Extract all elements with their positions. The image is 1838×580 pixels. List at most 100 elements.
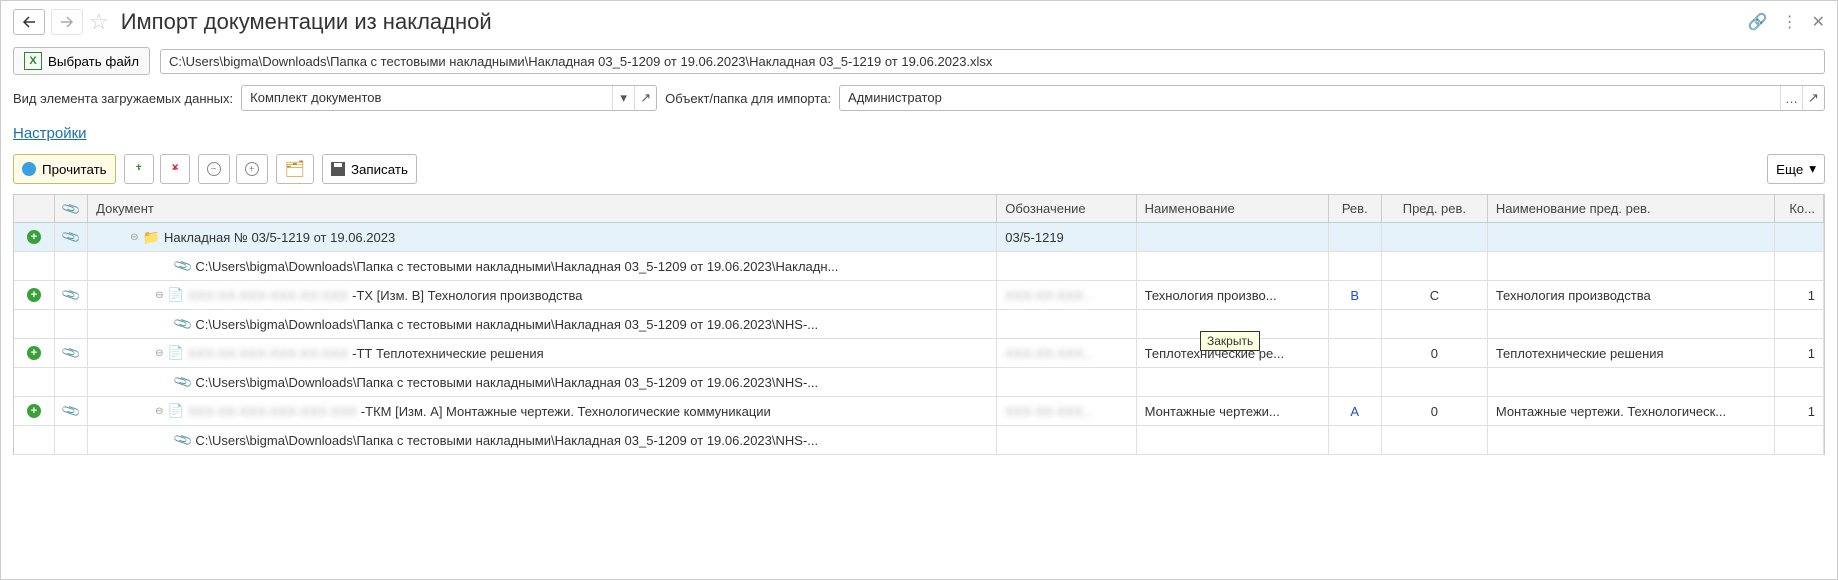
collapse-icon[interactable]: ⊖ <box>130 232 138 243</box>
cell-status <box>14 310 55 338</box>
add-status-icon: + <box>27 230 41 244</box>
cell-status <box>14 368 55 396</box>
col-prev-name[interactable]: Наименование пред. рев. <box>1488 195 1776 222</box>
ellipsis-icon[interactable]: … <box>1780 86 1802 110</box>
read-button[interactable]: Прочитать <box>13 154 116 184</box>
cell-desig: XXX-XX-XXX... <box>997 339 1136 367</box>
paperclip-icon: 📎 <box>60 400 82 422</box>
expand-button[interactable]: + <box>236 154 268 184</box>
save-label: Записать <box>351 162 408 177</box>
table-row[interactable]: 📎 C:\Users\bigma\Downloads\Папка с тесто… <box>14 252 1824 281</box>
save-button[interactable]: Записать <box>322 154 417 184</box>
tree-view-button[interactable]: 🗂 <box>276 154 314 184</box>
collapse-icon[interactable]: ⊖ <box>155 406 163 417</box>
col-quantity[interactable]: Ко... <box>1775 195 1824 222</box>
grid-header: 📎 Документ Обозначение Наименование Рев.… <box>14 195 1824 223</box>
collapse-icon[interactable]: ⊖ <box>155 290 163 301</box>
dest-label: Объект/папка для импорта: <box>665 91 831 106</box>
file-path-text: C:\Users\bigma\Downloads\Папка с тестовы… <box>195 375 818 390</box>
doc-text: -ТТ Теплотехнические решения <box>352 346 544 361</box>
table-row[interactable]: +📎⊖ 📄 XXX-XX-XXX-XXX-XX-XXX-ТТ Теплотехн… <box>14 339 1824 368</box>
table-row[interactable]: 📎 C:\Users\bigma\Downloads\Папка с тесто… <box>14 368 1824 397</box>
col-attach[interactable]: 📎 <box>55 195 88 222</box>
cell-rev: A <box>1329 397 1382 425</box>
col-prev-revision[interactable]: Пред. рев. <box>1382 195 1488 222</box>
desig-blur: XXX-XX-XXX... <box>1005 404 1094 419</box>
toolbar: Прочитать − + 🗂 Записать Еще ▾ <box>1 150 1837 194</box>
table-row[interactable]: + 📎 ⊖ 📄 XXX-XX-XXX-XXX-XXX-XXX-ТКМ [Изм. A… <box>14 397 1824 426</box>
table-row[interactable]: + 📎 ⊖ 📄 XXX-XX-XXX-XXX-XX-XXX-ТХ [Изм. B] … <box>14 281 1824 310</box>
cell-attach: 📎 <box>55 339 88 367</box>
document-icon: 📄 <box>168 403 184 419</box>
add-item-button[interactable] <box>124 154 154 184</box>
col-document[interactable]: Документ <box>88 195 997 222</box>
paperclip-icon: 📎 <box>60 284 82 306</box>
code-blur: XXX-XX-XXX-XXX-XXX-XXX <box>188 404 357 419</box>
delete-item-button[interactable] <box>160 154 190 184</box>
favorite-icon[interactable]: ☆ <box>89 9 109 35</box>
dest-combo[interactable]: Администратор … ↗ <box>839 85 1825 111</box>
cell-qty <box>1775 426 1824 454</box>
col-designation[interactable]: Обозначение <box>997 195 1136 222</box>
file-path-input[interactable]: C:\Users\bigma\Downloads\Папка с тестовы… <box>160 49 1825 74</box>
paperclip-icon: 📎 <box>60 198 82 220</box>
cell-name <box>1137 310 1329 338</box>
cell-name: Технология произво... <box>1137 281 1329 309</box>
choose-file-button[interactable]: X Выбрать файл <box>13 47 150 75</box>
collapse-icon[interactable]: ⊖ <box>155 348 163 359</box>
col-name[interactable]: Наименование <box>1137 195 1329 222</box>
code-blur: XXX-XX-XXX-XXX-XX-XXX <box>188 288 348 303</box>
cell-prevname <box>1488 252 1776 280</box>
table-row[interactable]: 📎 C:\Users\bigma\Downloads\Папка с тесто… <box>14 426 1824 455</box>
link-icon[interactable]: 🔗 <box>1748 12 1768 32</box>
col-status[interactable] <box>14 195 55 222</box>
view-type-value: Комплект документов <box>242 86 612 110</box>
close-icon[interactable]: ✕ <box>1812 12 1825 32</box>
col-revision[interactable]: Рев. <box>1329 195 1382 222</box>
cell-document: ⊖ 📄 XXX-XX-XXX-XXX-XX-XXX-ТХ [Изм. B] Те… <box>88 281 997 309</box>
cell-status: + <box>14 281 55 309</box>
cell-qty <box>1775 368 1824 396</box>
cell-prevname: Монтажные чертежи. Технологическ... <box>1488 397 1776 425</box>
cell-status: + <box>14 339 55 367</box>
table-row[interactable]: +📎⊖ 📁 Накладная № 03/5-1219 от 19.06.202… <box>14 223 1824 252</box>
open-dialog-icon[interactable]: ↗ <box>1802 86 1824 110</box>
cell-rev <box>1329 223 1382 251</box>
cell-rev: B <box>1329 281 1382 309</box>
cell-qty <box>1775 223 1824 251</box>
table-row[interactable]: 📎 C:\Users\bigma\Downloads\Папка с тесто… <box>14 310 1824 339</box>
cell-document: 📎 C:\Users\bigma\Downloads\Папка с тесто… <box>88 368 997 396</box>
add-status-icon: + <box>27 288 41 302</box>
chevron-down-icon[interactable]: ▾ <box>612 86 634 110</box>
nav-back-button[interactable] <box>13 9 45 35</box>
paperclip-icon: 📎 <box>60 342 82 364</box>
file-path-text: C:\Users\bigma\Downloads\Папка с тестовы… <box>195 317 818 332</box>
cell-document: 📎 C:\Users\bigma\Downloads\Папка с тесто… <box>88 252 997 280</box>
open-dialog-icon[interactable]: ↗ <box>634 86 656 110</box>
cell-rev <box>1329 426 1382 454</box>
cell-qty: 1 <box>1775 339 1824 367</box>
paperclip-icon: 📎 <box>172 371 194 393</box>
more-vertical-icon[interactable]: ⋮ <box>1782 12 1798 32</box>
arrow-right-icon <box>60 16 74 28</box>
cell-document: 📎 C:\Users\bigma\Downloads\Папка с тесто… <box>88 310 997 338</box>
window-header: ☆ Импорт документации из накладной 🔗 ⋮ ✕ <box>1 1 1837 43</box>
desig-blur: XXX-XX-XXX... <box>1005 346 1094 361</box>
cell-desig: 03/5-1219 <box>997 223 1136 251</box>
cell-qty <box>1775 252 1824 280</box>
add-icon <box>138 168 140 170</box>
cell-document: ⊖ 📄 XXX-XX-XXX-XXX-XXX-XXX-ТКМ [Изм. A] … <box>88 397 997 425</box>
cell-status: + <box>14 223 55 251</box>
add-status-icon: + <box>27 404 41 418</box>
view-type-combo[interactable]: Комплект документов ▾ ↗ <box>241 85 657 111</box>
collapse-button[interactable]: − <box>198 154 230 184</box>
nav-forward-button[interactable] <box>51 9 83 35</box>
tree-icon: 🗂 <box>285 159 305 179</box>
cell-prev <box>1382 310 1488 338</box>
file-selector-bar: X Выбрать файл C:\Users\bigma\Downloads\… <box>1 43 1837 79</box>
settings-link[interactable]: Настройки <box>1 117 1837 150</box>
doc-text: Накладная № 03/5-1219 от 19.06.2023 <box>164 230 395 245</box>
code-blur: XXX-XX-XXX-XXX-XX-XXX <box>188 346 348 361</box>
more-button[interactable]: Еще ▾ <box>1767 154 1825 184</box>
file-path-text: C:\Users\bigma\Downloads\Папка с тестовы… <box>195 433 818 448</box>
